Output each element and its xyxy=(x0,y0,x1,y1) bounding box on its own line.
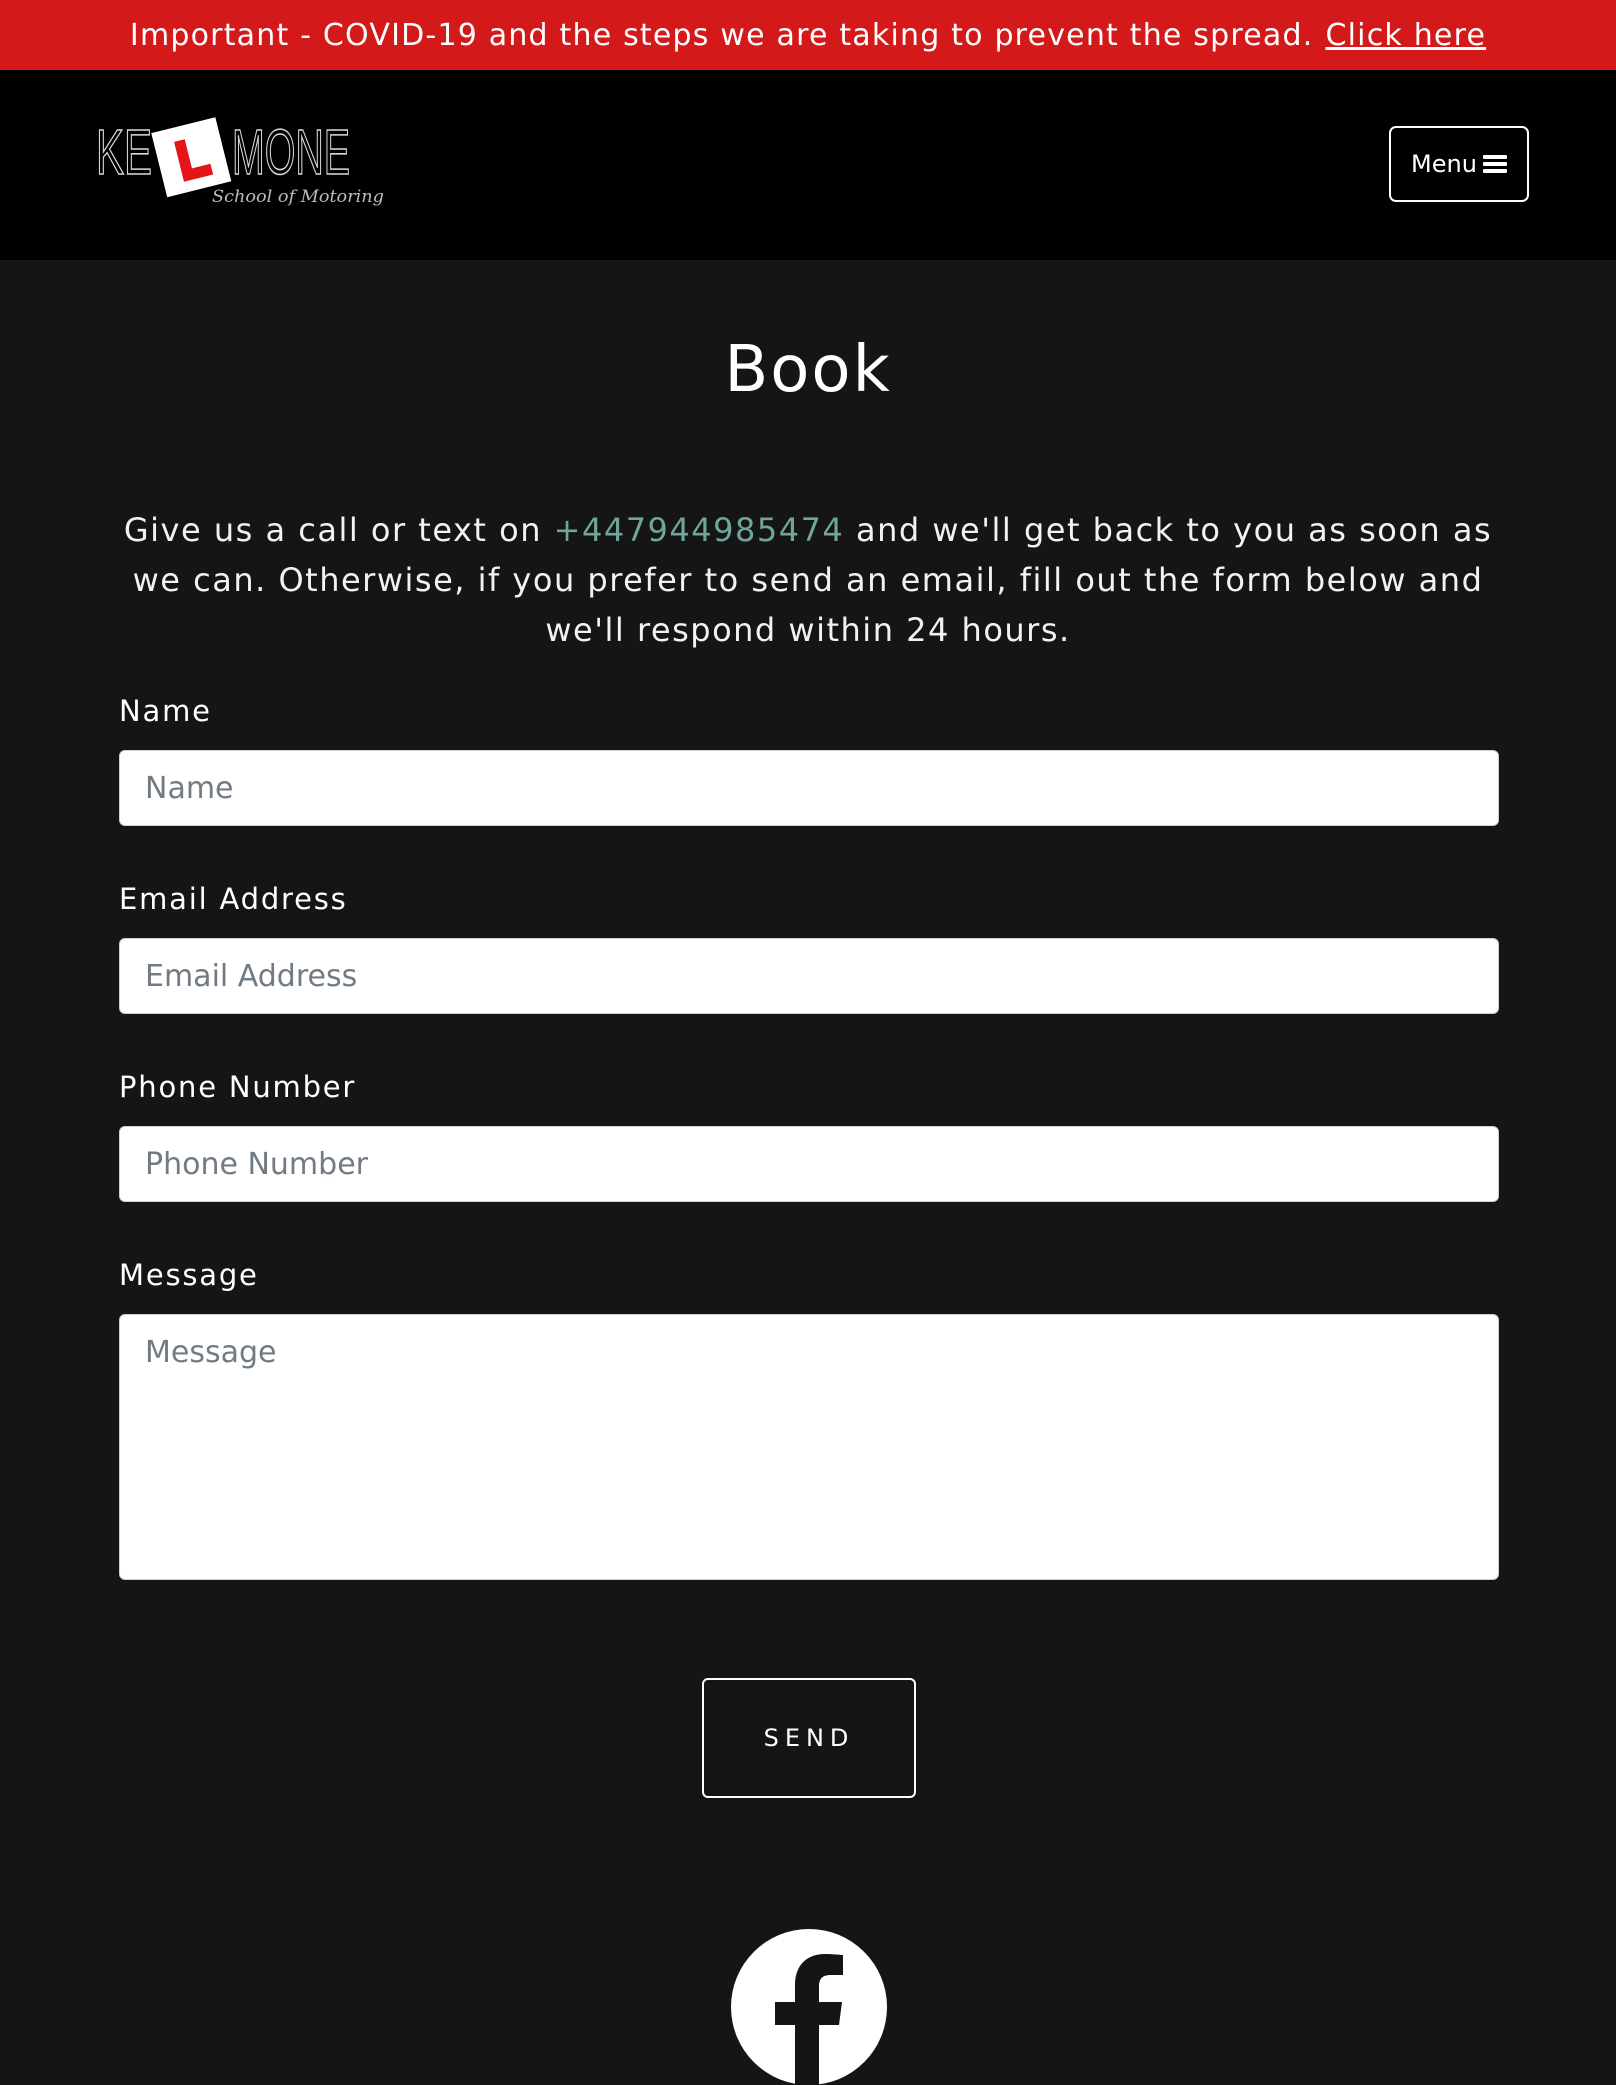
alert-link[interactable]: Click here xyxy=(1325,18,1486,53)
send-button[interactable]: SEND xyxy=(702,1678,916,1798)
learner-plate-icon xyxy=(151,117,232,198)
hamburger-icon xyxy=(1482,155,1507,173)
email-input[interactable] xyxy=(119,938,1499,1014)
logo-text-right: MONE xyxy=(232,116,350,188)
logo-text-left: KE xyxy=(96,116,152,188)
alert-text: Important - COVID-19 and the steps we ar… xyxy=(129,17,1314,53)
phone-link[interactable]: +447944985474 xyxy=(554,511,845,549)
page-title: Book xyxy=(724,333,892,407)
intro-text-before: Give us a call or text on xyxy=(123,511,542,549)
site-logo[interactable]: KE MONE School of Motoring xyxy=(96,116,386,216)
logo-tagline: School of Motoring xyxy=(212,187,384,207)
intro-text: Give us a call or text on +447944985474 … xyxy=(118,505,1498,655)
message-textarea[interactable] xyxy=(119,1314,1499,1580)
facebook-icon[interactable] xyxy=(731,1929,887,2085)
menu-button[interactable]: Menu xyxy=(1389,126,1529,202)
covid-alert-banner: Important - COVID-19 and the steps we ar… xyxy=(0,0,1616,70)
message-label: Message xyxy=(119,1258,259,1292)
name-input[interactable] xyxy=(119,750,1499,826)
phone-input[interactable] xyxy=(119,1126,1499,1202)
name-label: Name xyxy=(119,694,212,728)
phone-label: Phone Number xyxy=(119,1070,357,1104)
menu-button-label: Menu xyxy=(1411,150,1477,178)
navbar: KE MONE School of Motoring Menu xyxy=(0,70,1616,260)
email-label: Email Address xyxy=(119,882,348,916)
